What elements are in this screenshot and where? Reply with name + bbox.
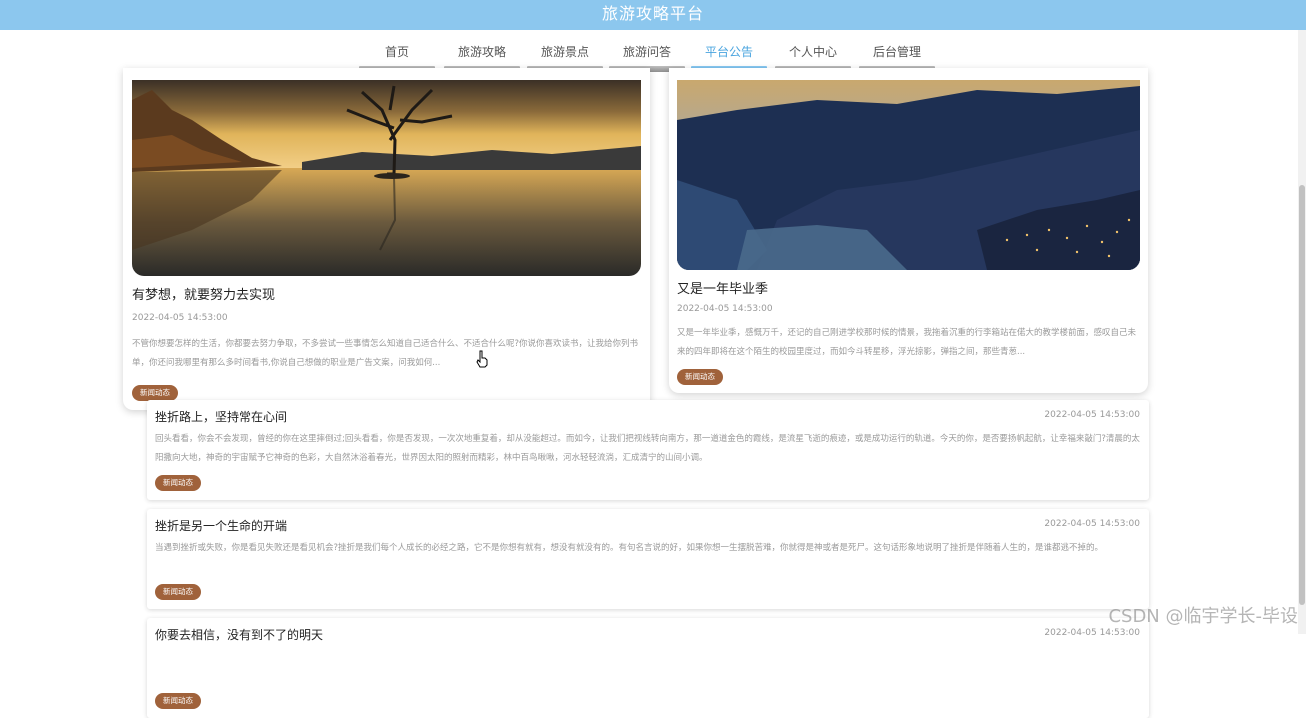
- app-title: 旅游攻略平台: [601, 4, 704, 23]
- nav-attractions-label: 旅游景点: [540, 45, 589, 59]
- scrollbar-thumb[interactable]: [1299, 185, 1305, 605]
- nav-guides-label: 旅游攻略: [457, 45, 506, 59]
- list-item-title[interactable]: 挫折是另一个生命的开端: [155, 517, 287, 534]
- list-item-title[interactable]: 你要去相信，没有到不了的明天: [155, 626, 323, 643]
- list-item-date: 2022-04-05 14:53:00: [1044, 519, 1140, 529]
- nav-home-label: 首页: [384, 45, 409, 59]
- featured-date: 2022-04-05 14:53:00: [677, 304, 773, 314]
- nav-qa-label: 旅游问答: [622, 45, 671, 59]
- news-tag[interactable]: 新闻动态: [155, 584, 201, 600]
- mountain-lake-town-dusk-image: [677, 80, 1140, 270]
- list-item-excerpt: 回头看看，你会不会发现，曾经的你在这里摔倒过;回头看看，你是否发现，一次次地重复…: [155, 434, 1140, 463]
- featured-card[interactable]: 又是一年毕业季 2022-04-05 14:53:00 又是一年毕业季，感慨万千…: [669, 68, 1148, 393]
- nav-announcements-label: 平台公告: [704, 45, 753, 59]
- list-item-title[interactable]: 挫折路上，坚持常在心间: [155, 408, 287, 425]
- featured-date: 2022-04-05 14:53:00: [132, 313, 228, 323]
- nav-admin-label: 后台管理: [872, 45, 921, 59]
- featured-image: [132, 80, 641, 276]
- featured-card[interactable]: 有梦想，就要努力去实现 2022-04-05 14:53:00 不管你想要怎样的…: [123, 68, 650, 410]
- news-tag[interactable]: 新闻动态: [155, 693, 201, 709]
- featured-excerpt: 又是一年毕业季，感慨万千，还记的自己刚进学校那时候的情景，我拖着沉重的行李箱站在…: [677, 328, 1137, 357]
- nav-profile-label: 个人中心: [788, 45, 837, 59]
- watermark: CSDN @临宇学长-毕设: [1108, 606, 1298, 627]
- news-tag[interactable]: 新闻动态: [155, 475, 201, 491]
- featured-excerpt: 不管你想要怎样的生活，你都要去努力争取，不多尝试一些事情怎么知道自己适合什么、不…: [132, 339, 639, 368]
- list-item-date: 2022-04-05 14:53:00: [1044, 628, 1140, 638]
- featured-title[interactable]: 又是一年毕业季: [677, 278, 768, 297]
- list-item-excerpt: [155, 648, 1141, 686]
- news-tag[interactable]: 新闻动态: [677, 369, 723, 385]
- list-item[interactable]: 你要去相信，没有到不了的明天 2022-04-05 14:53:00 新闻动态: [147, 618, 1149, 718]
- page-scrollbar[interactable]: [1298, 30, 1306, 634]
- list-item-excerpt: 当遇到挫折或失败，你是看见失败还是看见机会?挫折是我们每个人成长的必经之路，它不…: [155, 543, 1104, 553]
- list-item[interactable]: 挫折路上，坚持常在心间 2022-04-05 14:53:00 回头看看，你会不…: [147, 400, 1149, 500]
- app-header: 旅游攻略平台: [0, 0, 1306, 30]
- list-item[interactable]: 挫折是另一个生命的开端 2022-04-05 14:53:00 当遇到挫折或失败…: [147, 509, 1149, 609]
- lone-tree-lake-sunset-image: [132, 80, 641, 276]
- list-item-date: 2022-04-05 14:53:00: [1044, 410, 1140, 420]
- featured-title[interactable]: 有梦想，就要努力去实现: [132, 284, 275, 303]
- featured-image: [677, 80, 1140, 270]
- hand-cursor-icon: [476, 350, 488, 368]
- news-tag[interactable]: 新闻动态: [132, 385, 178, 401]
